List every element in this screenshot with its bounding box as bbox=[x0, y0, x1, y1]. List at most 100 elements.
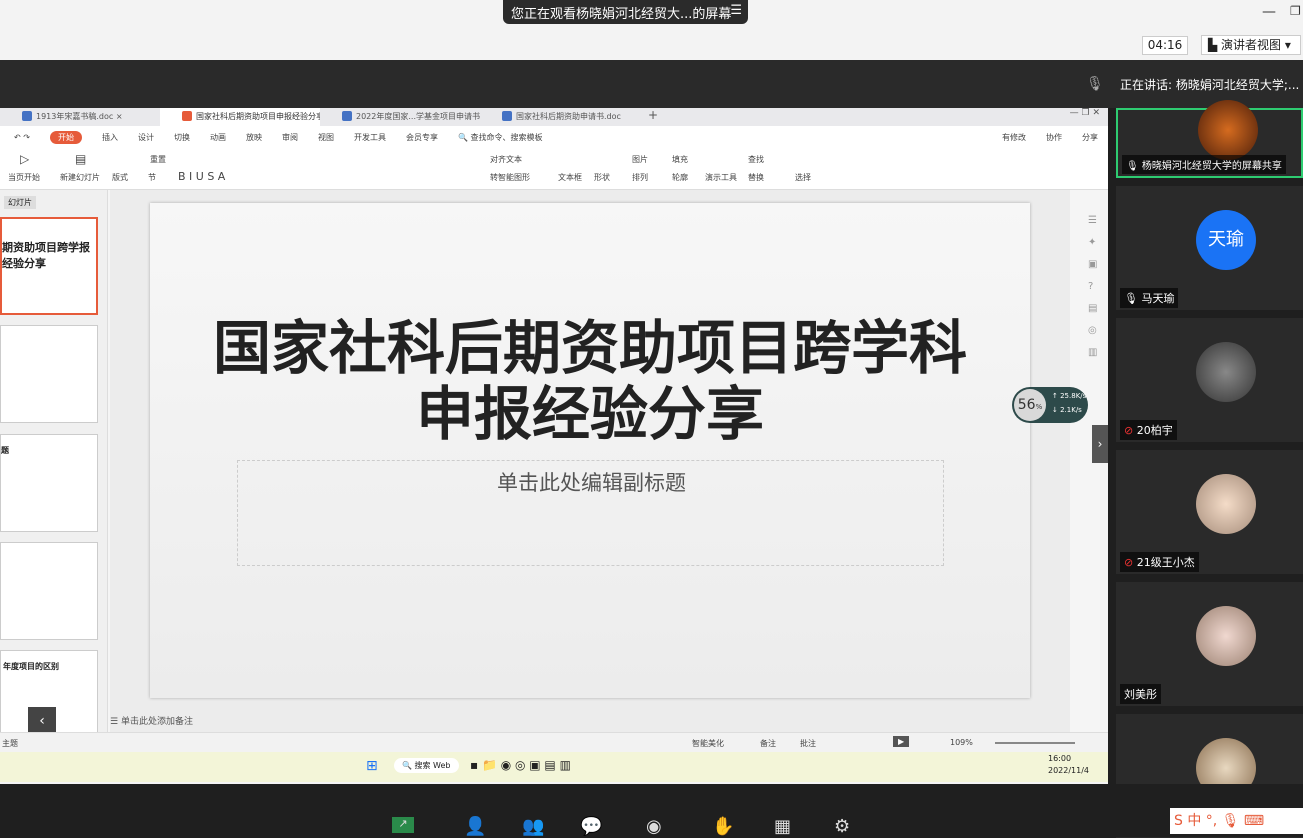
new-slide-icon[interactable]: ▤ bbox=[75, 152, 86, 166]
avatar: 天瑜 bbox=[1196, 210, 1256, 270]
windows-taskbar: ⊞ 🔍 搜索 Web ▪ 📁 ◉ ◎ ▣ ▤ ▥ 16:00 2022/11/4 bbox=[0, 752, 1108, 782]
new-tab-icon[interactable]: + bbox=[640, 108, 666, 126]
menu-developer[interactable]: 开发工具 bbox=[354, 132, 386, 143]
participant-tile[interactable]: 🎙 杨晓娟河北经贸大学的屏幕共享 bbox=[1116, 100, 1303, 178]
replace-button[interactable]: 替换 bbox=[748, 172, 764, 183]
menu-design[interactable]: 设计 bbox=[138, 132, 154, 143]
upload-unit: K/s bbox=[1075, 392, 1087, 400]
undo-icon[interactable]: ↶ ↷ bbox=[14, 133, 30, 142]
participant-tile[interactable]: 刘美彤 bbox=[1116, 582, 1303, 706]
from-current-button[interactable]: 当页开始 bbox=[8, 172, 40, 183]
slide-thumbnails: 幻灯片 期资助项目跨学报经验分享 题 年度项目的区别 ‹ bbox=[0, 190, 108, 748]
tab-doc2[interactable]: 2022年度国家...学基金项目申请书 bbox=[320, 108, 480, 126]
restore-icon[interactable]: ❐ bbox=[1290, 4, 1301, 18]
menu-icon[interactable]: ☰ bbox=[730, 3, 742, 18]
align-text-button[interactable]: 对齐文本 bbox=[490, 154, 522, 165]
minimize-icon[interactable]: — bbox=[1262, 4, 1276, 20]
add-participant-icon[interactable]: 👤 bbox=[464, 816, 486, 837]
layout-button[interactable]: 版式 bbox=[112, 172, 128, 183]
subtitle-placeholder-text: 单击此处编辑副标题 bbox=[497, 471, 686, 495]
presenter-view-button[interactable]: ▙ 演讲者视图 ▾ bbox=[1201, 35, 1301, 55]
tab-doc1[interactable]: 1913年宋嘉书稿.doc × bbox=[0, 108, 160, 126]
slide-title[interactable]: 国家社科后期资助项目跨学科申报经验分享 bbox=[190, 315, 990, 447]
participant-name: 🎙 马天瑜 bbox=[1120, 288, 1179, 308]
gauge-unit: % bbox=[1035, 403, 1043, 411]
find-button[interactable]: 查找 bbox=[748, 154, 764, 165]
slide-thumb-4[interactable] bbox=[0, 542, 98, 640]
input-method-bar[interactable]: S 中 °, 🎙 ⌨ bbox=[1170, 808, 1303, 834]
participant-tile[interactable]: ⊘ 20柏宇 bbox=[1116, 318, 1303, 442]
avatar bbox=[1196, 474, 1256, 534]
settings-icon[interactable]: ⚙ bbox=[834, 816, 850, 837]
network-speed-widget[interactable]: 56% ↑ 25.8K/s ↓ 2.1K/s bbox=[1012, 387, 1088, 423]
taskbar-time: 16:00 bbox=[1048, 754, 1072, 763]
select-button[interactable]: 选择 bbox=[795, 172, 811, 183]
outline-button[interactable]: 轮廓 bbox=[672, 172, 688, 183]
text-format-icons[interactable]: B I U S A bbox=[178, 170, 225, 183]
textbox-button[interactable]: 文本框 bbox=[558, 172, 582, 183]
taskbar-app-icons[interactable]: ▪ 📁 ◉ ◎ ▣ ▤ ▥ bbox=[470, 758, 571, 772]
notes-bar[interactable]: ☰ 单击此处添加备注 bbox=[110, 714, 1070, 732]
command-search[interactable]: 🔍 查找命令、搜索模板 bbox=[458, 132, 543, 143]
reset-button[interactable]: 重置 bbox=[150, 154, 166, 165]
modified-button[interactable]: 有修改 bbox=[1002, 132, 1026, 143]
taskbar-search[interactable]: 🔍 搜索 Web bbox=[394, 758, 459, 773]
share-screen-icon[interactable]: ↗ bbox=[392, 817, 414, 833]
tab-label: 国家社科后期资助申请书.doc bbox=[516, 112, 621, 121]
participant-tile[interactable]: 天瑜 🎙 马天瑜 bbox=[1116, 186, 1303, 310]
share-button[interactable]: 分享 bbox=[1082, 132, 1098, 143]
beautify-button[interactable]: 智能美化 bbox=[692, 738, 724, 749]
smart-shape-button[interactable]: 转智能图形 bbox=[490, 172, 530, 183]
window-controls[interactable]: — ❐ ✕ bbox=[1070, 108, 1108, 126]
slide-thumb-2[interactable] bbox=[0, 325, 98, 423]
taskbar-search-label: 搜索 Web bbox=[414, 761, 451, 770]
mic-icon[interactable]: 🎙 bbox=[1086, 76, 1104, 92]
document-tabs: 1913年宋嘉书稿.doc × 国家社科后期资助项目申报经验分享 ● 2022年… bbox=[0, 108, 1108, 126]
notes-toggle[interactable]: 备注 bbox=[760, 738, 776, 749]
collab-button[interactable]: 协作 bbox=[1046, 132, 1062, 143]
participant-name: ⊘ 20柏宇 bbox=[1120, 420, 1177, 440]
download-value: 2.1 bbox=[1060, 406, 1072, 414]
upload-value: 25.8 bbox=[1060, 392, 1076, 400]
tab-doc3[interactable]: 国家社科后期资助申请书.doc bbox=[480, 108, 640, 126]
menu-home[interactable]: 开始 bbox=[49, 130, 82, 144]
menu-transition[interactable]: 切换 bbox=[174, 132, 190, 143]
slide-thumb-1[interactable]: 期资助项目跨学报经验分享 bbox=[0, 217, 98, 315]
participant-tile[interactable]: ⊘ 21级王小杰 bbox=[1116, 450, 1303, 574]
slideshow-play-icon[interactable]: ▶ bbox=[893, 736, 910, 747]
windows-start-icon[interactable]: ⊞ bbox=[366, 758, 378, 774]
zoom-slider[interactable] bbox=[995, 742, 1075, 744]
slides-tab-label[interactable]: 幻灯片 bbox=[4, 196, 36, 209]
fill-button[interactable]: 填充 bbox=[672, 154, 688, 165]
menu-insert[interactable]: 插入 bbox=[102, 132, 118, 143]
apps-icon[interactable]: ▦ bbox=[774, 816, 791, 837]
comments-toggle[interactable]: 批注 bbox=[800, 738, 816, 749]
arrange-button[interactable]: 排列 bbox=[632, 172, 648, 183]
shapes-button[interactable]: 形状 bbox=[594, 172, 610, 183]
presentation-tools-button[interactable]: 演示工具 bbox=[705, 172, 737, 183]
close-icon[interactable]: × bbox=[116, 112, 123, 121]
side-tools-icons[interactable]: ☰ ✦ ▣? ▤ ◎ ▥ bbox=[1088, 210, 1097, 364]
expand-panel-icon[interactable]: › bbox=[1092, 425, 1108, 463]
word-doc-icon bbox=[502, 111, 512, 121]
chat-icon[interactable]: 💬 bbox=[580, 816, 602, 837]
collapse-icon[interactable]: ‹ bbox=[28, 707, 56, 735]
new-slide-button[interactable]: 新建幻灯片 bbox=[60, 172, 100, 183]
screen-share-banner[interactable]: 您正在观看杨晓娟河北经贸大...的屏幕 ☰ bbox=[503, 0, 748, 24]
play-icon[interactable]: ▷ bbox=[20, 152, 29, 166]
menu-slideshow[interactable]: 放映 bbox=[246, 132, 262, 143]
record-icon[interactable]: ◉ bbox=[646, 816, 662, 837]
participants-icon[interactable]: 👥 bbox=[522, 816, 544, 837]
menu-view[interactable]: 视图 bbox=[318, 132, 334, 143]
picture-button[interactable]: 图片 bbox=[632, 154, 648, 165]
slide-thumb-3[interactable]: 题 bbox=[0, 434, 98, 532]
zoom-level[interactable]: 109% bbox=[950, 738, 973, 747]
subtitle-placeholder[interactable]: 单击此处编辑副标题 bbox=[237, 460, 944, 566]
meeting-timer: 04:16 bbox=[1142, 36, 1188, 55]
tab-presentation[interactable]: 国家社科后期资助项目申报经验分享 ● bbox=[160, 108, 320, 126]
section-button[interactable]: 节 bbox=[148, 172, 156, 183]
menu-review[interactable]: 审阅 bbox=[282, 132, 298, 143]
raise-hand-icon[interactable]: ✋ bbox=[712, 816, 734, 837]
menu-member[interactable]: 会员专享 bbox=[406, 132, 438, 143]
menu-animation[interactable]: 动画 bbox=[210, 132, 226, 143]
